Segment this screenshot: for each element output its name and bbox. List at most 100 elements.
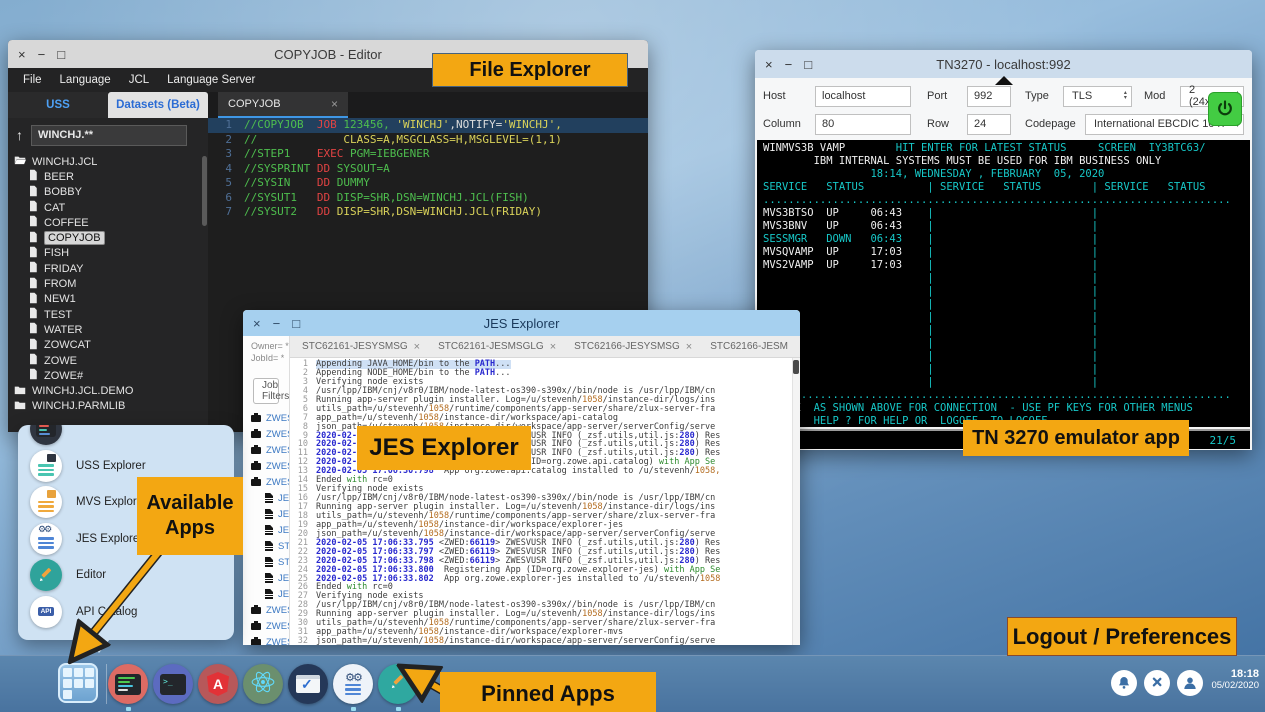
- uss-app-icon: [30, 450, 62, 482]
- spool-file-item[interactable]: STDOUT: [251, 538, 289, 554]
- tree-item[interactable]: ZOWCAT: [14, 338, 208, 353]
- file-icon: [28, 231, 38, 246]
- power-button[interactable]: [1208, 92, 1242, 126]
- tree-item[interactable]: FISH: [14, 246, 208, 261]
- job-item[interactable]: ZWESECUR:JOI: [251, 634, 289, 645]
- spool-tab[interactable]: STC62161-JESMSGLG×: [438, 341, 556, 353]
- job-item[interactable]: ZWES2SV:STC6: [251, 474, 289, 490]
- tn3270-titlebar: × − □ TN3270 - localhost:992: [755, 50, 1252, 78]
- column-input[interactable]: [815, 114, 911, 135]
- dataset-search-input[interactable]: [31, 125, 187, 146]
- tree-item[interactable]: BOBBY: [14, 185, 208, 200]
- file-icon: [28, 261, 38, 276]
- launcher-item-editor[interactable]: Editor: [30, 557, 234, 594]
- jobid-filter: JobId= *: [251, 352, 289, 364]
- spool-tab-label: STC62166-JESYSMSG: [574, 341, 680, 352]
- job-item[interactable]: ZWES2SV:STC6: [251, 426, 289, 442]
- tree-item[interactable]: TEST: [14, 307, 208, 322]
- app-launcher-button[interactable]: [58, 663, 98, 703]
- editor-app-icon[interactable]: [378, 664, 418, 704]
- editor-tabs-row: USSDatasets (Beta) COPYJOB ×: [8, 92, 648, 118]
- launcher-panel-tail: [88, 639, 110, 653]
- job-icon: [251, 639, 261, 646]
- spool-file-item[interactable]: STDERR: [251, 554, 289, 570]
- tree-item[interactable]: BEER: [14, 169, 208, 184]
- doc-tab-label: COPYJOB: [228, 98, 281, 110]
- tree-item[interactable]: WATER: [14, 322, 208, 337]
- tree-item-label: ZOWE#: [44, 370, 83, 382]
- tree-item[interactable]: WINCHJ.JCL.DEMO: [14, 383, 208, 398]
- admin-app-icon[interactable]: ✓: [288, 664, 328, 704]
- menu-item-file[interactable]: File: [14, 74, 51, 86]
- tree-item-label: WATER: [44, 324, 83, 336]
- job-icon: [251, 447, 261, 454]
- tree-item[interactable]: WINCHJ.JCL: [14, 154, 208, 169]
- job-icon: [251, 623, 261, 630]
- preferences-button[interactable]: [1144, 670, 1170, 696]
- port-input[interactable]: [967, 86, 1011, 107]
- menu-item-language-server[interactable]: Language Server: [158, 74, 264, 86]
- tray: [1111, 670, 1203, 696]
- tab-close-icon[interactable]: ×: [686, 341, 692, 353]
- tree-item[interactable]: ZOWE: [14, 353, 208, 368]
- tree-item[interactable]: COPYJOB: [14, 230, 208, 245]
- tab-close-icon[interactable]: ×: [550, 341, 556, 353]
- dataset-tree-panel: ↑ WINCHJ.JCLBEERBOBBYCATCOFFEECOPYJOBFIS…: [8, 118, 208, 432]
- terminal-screen[interactable]: WINMVS3B VAMP HIT ENTER FOR LATEST STATU…: [757, 140, 1250, 427]
- jes-app-icon: ⚙⚙: [30, 523, 62, 555]
- jes-explorer-app-icon[interactable]: ⚙⚙: [333, 664, 373, 704]
- tree-item[interactable]: WINCHJ.PARMLIB: [14, 399, 208, 414]
- log-scrollbar[interactable]: [792, 358, 800, 645]
- tab-uss[interactable]: USS: [8, 92, 108, 118]
- notifications-button[interactable]: [1111, 670, 1137, 696]
- jes-sidebar: Owner= * Prefix= ZWE* JobId= * Job Filte…: [243, 336, 290, 645]
- tree-item[interactable]: COFFEE: [14, 215, 208, 230]
- menu-item-jcl[interactable]: JCL: [120, 74, 158, 86]
- tree-item[interactable]: FROM: [14, 276, 208, 291]
- spool-file-item[interactable]: JESYSMSG: [251, 586, 289, 602]
- spool-file-item[interactable]: JESMSGLG: [251, 490, 289, 506]
- tree-scrollbar[interactable]: [202, 156, 207, 226]
- host-input[interactable]: [815, 86, 911, 107]
- spool-tab[interactable]: STC62166-JESYSMSG ×: [574, 341, 692, 353]
- tab-close-icon[interactable]: ×: [414, 341, 420, 353]
- job-filters-dropdown[interactable]: Job Filters ▾: [253, 378, 279, 404]
- collapse-triangle-icon[interactable]: [995, 76, 1013, 85]
- job-item-label: ZWES2SV:STC6: [266, 477, 290, 488]
- tree-item[interactable]: NEW1: [14, 292, 208, 307]
- menu-item-language[interactable]: Language: [51, 74, 120, 86]
- collapse-up-icon[interactable]: ↑: [16, 127, 23, 143]
- tab-copyjob[interactable]: COPYJOB ×: [218, 92, 348, 118]
- code-text: // CLASS=A,MSGCLASS=H,MSGLEVEL=(1,1): [244, 133, 562, 148]
- job-item[interactable]: ZWES2SV:STC6: [251, 410, 289, 426]
- spool-file-icon: [265, 589, 273, 599]
- spool-file-icon: [265, 493, 273, 503]
- spool-tab[interactable]: STC62166-JESM: [710, 341, 788, 352]
- tree-item[interactable]: ZOWE#: [14, 368, 208, 383]
- tn3270-app-icon[interactable]: [108, 664, 148, 704]
- type-select[interactable]: TLS ▴▾: [1063, 86, 1132, 107]
- tab-datasets-beta-[interactable]: Datasets (Beta): [108, 92, 208, 118]
- spool-log[interactable]: 1Appending JAVA_HOME/bin to the PATH...2…: [290, 358, 800, 645]
- spool-tab[interactable]: STC62161-JESYSMSG ×: [302, 341, 420, 353]
- tree-item[interactable]: CAT: [14, 200, 208, 215]
- spool-tab-label: STC62161-JESYSMSG: [302, 341, 408, 352]
- spool-file-item[interactable]: JESYSMSG: [251, 522, 289, 538]
- job-item[interactable]: ZWES2SV:STC6: [251, 442, 289, 458]
- spool-file-item[interactable]: JESJCL: [251, 506, 289, 522]
- row-input[interactable]: [967, 114, 1011, 135]
- launcher-item-api-catalog[interactable]: APIAPI Catalog: [30, 594, 234, 631]
- tab-close-icon[interactable]: ×: [331, 97, 338, 111]
- jes-titlebar: × − □ JES Explorer: [243, 310, 800, 336]
- launcher-item-cropped[interactable]: [30, 425, 234, 448]
- user-logout-button[interactable]: [1177, 670, 1203, 696]
- job-item[interactable]: ZWES2SV:STC6: [251, 618, 289, 634]
- angular-app-icon[interactable]: A: [198, 664, 238, 704]
- vt-terminal-app-icon[interactable]: >_: [153, 664, 193, 704]
- clock-time: 18:18: [1211, 668, 1259, 680]
- job-item[interactable]: ZWES2SV:STC6: [251, 602, 289, 618]
- job-item[interactable]: ZWES2SV:STC6: [251, 458, 289, 474]
- spool-file-item[interactable]: JESMSGLG: [251, 570, 289, 586]
- tree-item[interactable]: FRIDAY: [14, 261, 208, 276]
- react-app-icon[interactable]: [243, 664, 283, 704]
